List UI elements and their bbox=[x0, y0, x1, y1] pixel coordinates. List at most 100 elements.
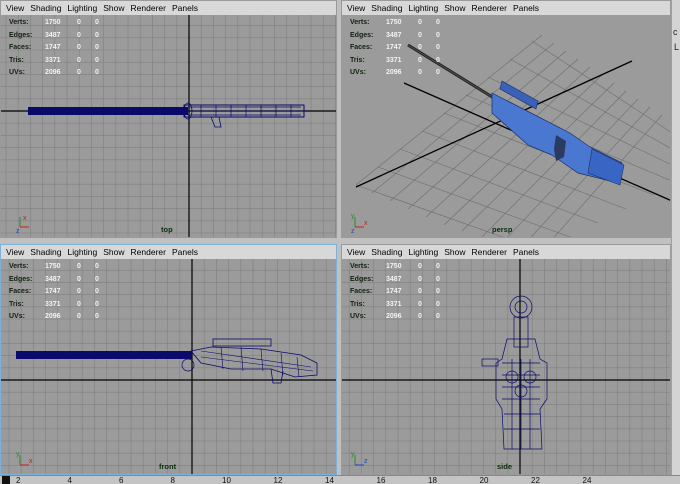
hud-selected-count: 0 bbox=[436, 44, 440, 52]
axis-x-label: x bbox=[29, 458, 33, 465]
timeline-tick: 14 bbox=[325, 476, 334, 484]
hud-value: 2096 bbox=[386, 313, 402, 321]
hud-row: Faces: 1747 0 0 bbox=[9, 286, 113, 299]
axis-y-label: y bbox=[351, 213, 355, 220]
panel-tab[interactable]: L bbox=[674, 42, 679, 52]
hud-value: 2096 bbox=[386, 69, 402, 77]
hud-label: Tris: bbox=[350, 56, 365, 64]
timeline-tick: 20 bbox=[479, 476, 489, 484]
hud-row: Tris: 3371 0 0 bbox=[9, 299, 113, 312]
hud-row: Tris: 3371 0 0 bbox=[350, 55, 454, 68]
rifle-front-mesh bbox=[16, 338, 318, 384]
menu-shading[interactable]: Shading bbox=[368, 1, 405, 15]
menu-renderer[interactable]: Renderer bbox=[469, 245, 510, 259]
hud-selected-count: 0 bbox=[77, 44, 81, 52]
hud-label: Faces: bbox=[350, 288, 373, 296]
hud-selected-count: 0 bbox=[95, 44, 99, 52]
menu-view[interactable]: View bbox=[1, 1, 27, 15]
timeline-tick: 4 bbox=[67, 476, 72, 484]
hud-label: UVs: bbox=[9, 313, 25, 321]
hud-selected-count: 0 bbox=[436, 56, 440, 64]
timeline-tick: 16 bbox=[376, 476, 386, 484]
time-slider[interactable]: 2 4 6 8 10 12 14 16 18 20 22 24 bbox=[0, 475, 680, 484]
menu-panels[interactable]: Panels bbox=[169, 1, 201, 15]
timeline-tick: 24 bbox=[582, 476, 592, 484]
hud-value: 2096 bbox=[45, 69, 61, 77]
hud-selected-count: 0 bbox=[77, 275, 81, 283]
hud-label: Verts: bbox=[350, 19, 370, 26]
poly-count-hud: Verts: 1750 0 0 Edges: 3487 0 0 Faces: 1747 0 0 Tris… bbox=[350, 261, 454, 324]
camera-name-persp: persp bbox=[492, 225, 513, 234]
hud-value: 3487 bbox=[386, 31, 402, 39]
hud-selected-count: 0 bbox=[95, 300, 99, 308]
menu-shading[interactable]: Shading bbox=[368, 245, 405, 259]
menu-lighting[interactable]: Lighting bbox=[405, 245, 441, 259]
viewport-canvas[interactable]: Verts: 1750 0 0 Edges: 3487 0 0 Faces: 1747 0 0 Tris… bbox=[1, 259, 336, 474]
menu-renderer[interactable]: Renderer bbox=[128, 1, 169, 15]
menu-show[interactable]: Show bbox=[441, 245, 468, 259]
hud-selected-count: 0 bbox=[418, 44, 422, 52]
menu-panels[interactable]: Panels bbox=[510, 1, 542, 15]
hud-selected-count: 0 bbox=[95, 275, 99, 283]
hud-value: 1747 bbox=[386, 44, 402, 52]
hud-row: UVs: 2096 0 0 bbox=[9, 311, 113, 324]
menu-panels[interactable]: Panels bbox=[510, 245, 542, 259]
menu-lighting[interactable]: Lighting bbox=[64, 245, 100, 259]
menu-panels[interactable]: Panels bbox=[169, 245, 201, 259]
hud-label: Edges: bbox=[350, 31, 374, 39]
hud-selected-count: 0 bbox=[436, 300, 440, 308]
hud-value: 1747 bbox=[45, 288, 61, 296]
hud-value: 1747 bbox=[45, 44, 61, 52]
timeline-tick: 22 bbox=[531, 476, 540, 484]
viewport-canvas[interactable]: Verts: 1750 0 0 Edges: 3487 0 0 Faces: 1747 0 0 Tris… bbox=[342, 15, 670, 237]
axis-x-label: x bbox=[23, 215, 27, 222]
current-time-marker[interactable] bbox=[2, 476, 10, 484]
hud-selected-count: 0 bbox=[436, 19, 440, 26]
camera-name-front: front bbox=[159, 462, 177, 471]
menu-shading[interactable]: Shading bbox=[27, 245, 64, 259]
menu-view[interactable]: View bbox=[342, 1, 368, 15]
hud-selected-count: 0 bbox=[418, 19, 422, 26]
viewport-canvas[interactable]: Verts: 1750 0 0 Edges: 3487 0 0 Faces: 1747 0 0 Tris… bbox=[342, 259, 670, 474]
hud-label: Faces: bbox=[350, 44, 373, 52]
hud-value: 3487 bbox=[45, 31, 61, 39]
axis-y-label: y bbox=[351, 451, 355, 458]
hud-selected-count: 0 bbox=[436, 313, 440, 321]
radio-icon[interactable]: c bbox=[673, 27, 678, 37]
hud-label: Tris: bbox=[9, 56, 24, 64]
hud-selected-count: 0 bbox=[436, 263, 440, 270]
hud-row: Faces: 1747 0 0 bbox=[350, 42, 454, 55]
channel-box-strip[interactable]: c L bbox=[671, 0, 680, 478]
viewport-side[interactable]: View Shading Lighting Show Renderer Panels Ve… bbox=[341, 244, 671, 475]
axis-indicator-icon: y x z bbox=[351, 213, 368, 233]
hud-selected-count: 0 bbox=[77, 300, 81, 308]
menu-show[interactable]: Show bbox=[100, 1, 127, 15]
viewport-top[interactable]: View Shading Lighting Show Renderer Panels Ve… bbox=[0, 0, 337, 238]
hud-selected-count: 0 bbox=[77, 31, 81, 39]
menu-shading[interactable]: Shading bbox=[27, 1, 64, 15]
menu-view[interactable]: View bbox=[342, 245, 368, 259]
hud-selected-count: 0 bbox=[77, 19, 81, 26]
viewport-canvas[interactable]: Verts: 1750 0 0 Edges: 3487 0 0 Faces: 1747 0 0 Tris… bbox=[1, 15, 336, 237]
hud-label: UVs: bbox=[9, 69, 25, 77]
menu-lighting[interactable]: Lighting bbox=[405, 1, 441, 15]
axis-indicator-icon: y x bbox=[16, 451, 33, 466]
menu-view[interactable]: View bbox=[1, 245, 27, 259]
hud-selected-count: 0 bbox=[95, 19, 99, 26]
menu-show[interactable]: Show bbox=[100, 245, 127, 259]
menu-lighting[interactable]: Lighting bbox=[64, 1, 100, 15]
hud-row: Verts: 1750 0 0 bbox=[350, 17, 454, 30]
hud-selected-count: 0 bbox=[95, 313, 99, 321]
menu-renderer[interactable]: Renderer bbox=[128, 245, 169, 259]
hud-row: Faces: 1747 0 0 bbox=[9, 42, 113, 55]
poly-count-hud: Verts: 1750 0 0 Edges: 3487 0 0 Faces: 1747 0 0 Tris… bbox=[350, 17, 454, 80]
hud-selected-count: 0 bbox=[77, 69, 81, 77]
viewport-front[interactable]: View Shading Lighting Show Renderer Panels Ve… bbox=[0, 244, 337, 475]
timeline-tick: 12 bbox=[273, 476, 283, 484]
menu-renderer[interactable]: Renderer bbox=[469, 1, 510, 15]
viewport-menubar: View Shading Lighting Show Renderer Panels bbox=[342, 1, 670, 15]
viewport-persp[interactable]: View Shading Lighting Show Renderer Panels bbox=[341, 0, 671, 238]
hud-selected-count: 0 bbox=[436, 275, 440, 283]
hud-value: 1750 bbox=[386, 19, 402, 26]
menu-show[interactable]: Show bbox=[441, 1, 468, 15]
